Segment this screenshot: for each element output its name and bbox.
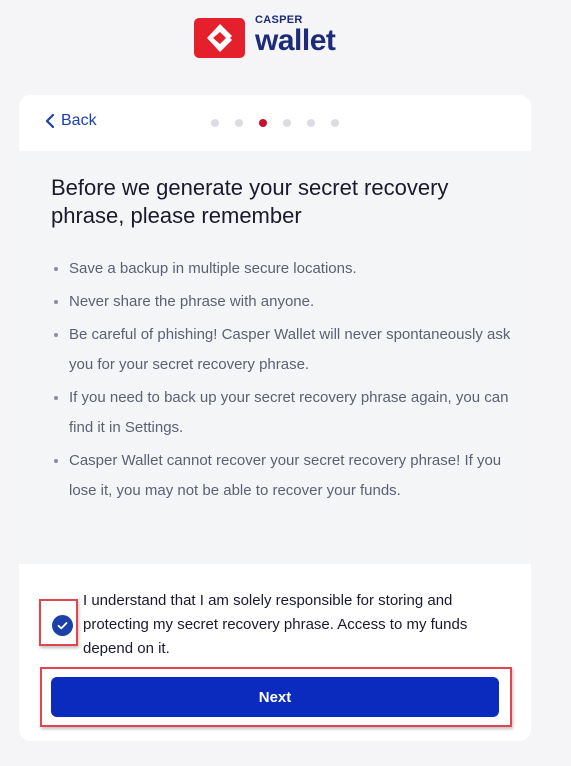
logo-text-bottom: wallet	[255, 24, 336, 57]
list-item: Casper Wallet cannot recover your secret…	[51, 446, 511, 506]
step-dot-2	[235, 119, 243, 127]
step-indicator	[211, 119, 355, 127]
list-item: Save a backup in multiple secure locatio…	[51, 254, 511, 284]
step-dot-6	[331, 119, 339, 127]
list-item: If you need to back up your secret recov…	[51, 383, 511, 443]
checkmark-icon	[57, 622, 68, 630]
footer-section: I understand that I am solely responsibl…	[19, 564, 531, 741]
step-dot-1	[211, 119, 219, 127]
next-button[interactable]: Next	[51, 677, 499, 717]
card-header: Back	[19, 95, 531, 151]
page-title: Before we generate your secret recovery …	[51, 175, 449, 228]
chevron-left-icon	[45, 113, 55, 129]
back-button[interactable]: Back	[45, 112, 97, 130]
onboarding-card: Back Before we generate your secret reco…	[19, 95, 531, 741]
list-item: Be careful of phishing! Casper Wallet wi…	[51, 320, 511, 380]
step-dot-5	[307, 119, 315, 127]
reminder-list: Save a backup in multiple secure locatio…	[51, 254, 511, 509]
casper-logo-icon	[194, 18, 245, 58]
consent-checkbox[interactable]	[52, 615, 73, 636]
step-dot-3-active	[259, 119, 267, 127]
step-dot-4	[283, 119, 291, 127]
list-item: Never share the phrase with anyone.	[51, 287, 511, 317]
content-section: Before we generate your secret recovery …	[19, 151, 531, 564]
app-logo: CASPER wallet	[194, 14, 336, 58]
back-label: Back	[61, 112, 97, 129]
logo-wordmark: CASPER wallet	[255, 14, 336, 57]
consent-text: I understand that I am solely responsibl…	[83, 592, 468, 657]
